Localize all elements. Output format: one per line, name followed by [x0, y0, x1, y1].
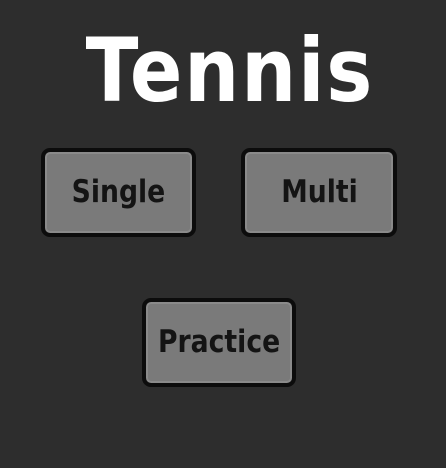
game-title: Tennis	[85, 19, 375, 122]
practice-button[interactable]: Practice	[142, 298, 296, 387]
single-button-label: Single	[71, 174, 166, 210]
multiplayer-button[interactable]: Multi	[241, 148, 397, 237]
single-player-button[interactable]: Single	[41, 148, 196, 237]
practice-button-label: Practice	[157, 324, 281, 360]
multi-button-label: Multi	[280, 174, 358, 210]
